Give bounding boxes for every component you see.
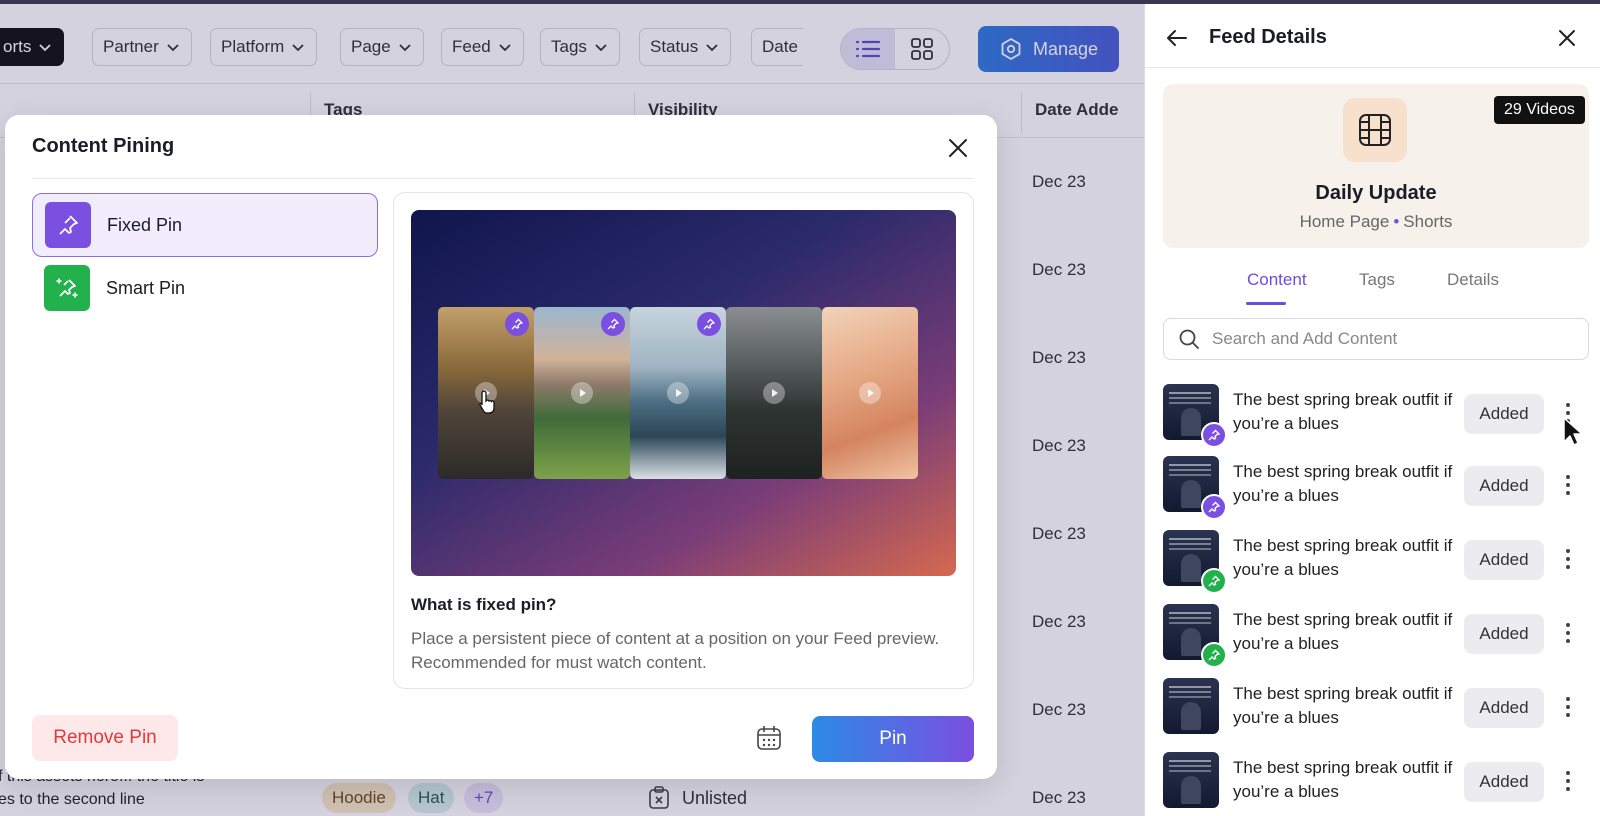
pin-icon [1201, 494, 1227, 520]
feed-subtitle: Home Page • Shorts [1299, 212, 1453, 231]
sparkle-pin-icon [1201, 568, 1227, 594]
option-label: Smart Pin [106, 277, 186, 298]
added-button[interactable]: Added [1464, 394, 1544, 434]
added-button[interactable]: Added [1464, 614, 1544, 654]
video-thumbnail [1163, 678, 1219, 734]
tab-tags[interactable]: Tags [1359, 270, 1395, 290]
video-thumbnail [822, 307, 918, 479]
more-vertical-icon[interactable] [1565, 622, 1571, 644]
pin-icon [45, 202, 91, 248]
videos-count-badge: 29 Videos [1494, 96, 1585, 124]
content-row: The best spring break outfit if you’re a… [1163, 456, 1593, 520]
more-vertical-icon[interactable] [1565, 696, 1571, 718]
video-thumbnail [534, 307, 630, 479]
content-title: The best spring break outfit if you’re a… [1233, 684, 1453, 727]
panel-header: Feed Details [1145, 4, 1600, 68]
content-title: The best spring break outfit if you’re a… [1233, 536, 1453, 579]
calendar-icon[interactable] [755, 724, 783, 752]
active-tab-indicator [1246, 302, 1286, 305]
close-icon[interactable] [1555, 26, 1579, 50]
pin-button[interactable]: Pin [812, 716, 974, 762]
film-icon [1343, 98, 1407, 162]
content-row: The best spring break outfit if you’re a… [1163, 530, 1593, 594]
video-thumbnail [726, 307, 822, 479]
feed-page: Home Page [1299, 212, 1390, 231]
added-button[interactable]: Added [1464, 466, 1544, 506]
tab-content[interactable]: Content [1247, 270, 1307, 290]
search-input[interactable] [1212, 329, 1572, 349]
content-row: The best spring break outfit if you’re a… [1163, 384, 1593, 448]
feed-name: Daily Update [1315, 182, 1437, 204]
arrow-left-icon[interactable] [1165, 26, 1189, 50]
pin-icon [505, 312, 529, 336]
hand-cursor-icon [479, 390, 495, 414]
close-icon[interactable] [945, 135, 971, 161]
tab-details[interactable]: Details [1447, 270, 1499, 290]
pin-preview-illustration [411, 210, 956, 576]
video-thumbnail [1163, 752, 1219, 808]
panel-title: Feed Details [1209, 26, 1327, 48]
pin-preview-card: What is fixed pin? Place a persistent pi… [393, 192, 974, 689]
feed-details-panel: Feed Details 29 Videos Daily Update Home… [1144, 4, 1600, 816]
more-vertical-icon[interactable] [1565, 548, 1571, 570]
video-thumbnail [1163, 384, 1227, 448]
feed-summary-card: 29 Videos Daily Update Home Page • Shorts [1163, 84, 1589, 248]
content-title: The best spring break outfit if you’re a… [1233, 390, 1453, 433]
pin-icon [1201, 422, 1227, 448]
fixed-pin-option[interactable]: Fixed Pin [32, 193, 378, 257]
mouse-pointer-icon [1563, 417, 1583, 446]
more-vertical-icon[interactable] [1565, 770, 1571, 792]
video-thumbnail [1163, 456, 1227, 520]
added-button[interactable]: Added [1464, 762, 1544, 802]
search-icon [1179, 329, 1199, 349]
content-row: The best spring break outfit if you’re a… [1163, 678, 1593, 738]
smart-pin-option[interactable]: Smart Pin [32, 256, 378, 320]
content-title: The best spring break outfit if you’re a… [1233, 462, 1453, 505]
pin-icon [601, 312, 625, 336]
content-row: The best spring break outfit if you’re a… [1163, 604, 1593, 668]
option-label: Fixed Pin [107, 214, 183, 235]
play-icon [667, 382, 689, 404]
modal-title: Content Pining [32, 135, 175, 157]
video-thumbnail [630, 307, 726, 479]
content-pinning-modal: Content Pining Fixed Pin Smart Pin What … [5, 115, 997, 779]
play-icon [571, 382, 593, 404]
search-box [1163, 318, 1589, 360]
sparkle-pin-icon [1201, 642, 1227, 668]
video-thumbnail [1163, 530, 1227, 594]
content-title: The best spring break outfit if you’re a… [1233, 610, 1453, 653]
added-button[interactable]: Added [1464, 540, 1544, 580]
play-icon [763, 382, 785, 404]
feed-type: Shorts [1403, 212, 1453, 231]
video-thumbnail [438, 307, 534, 479]
info-title: What is fixed pin? [411, 595, 557, 614]
pin-icon [697, 312, 721, 336]
sparkle-pin-icon [44, 265, 90, 311]
video-thumbnail [1163, 604, 1227, 668]
content-title: The best spring break outfit if you’re a… [1233, 758, 1453, 801]
content-row: The best spring break outfit if you’re a… [1163, 752, 1593, 812]
remove-pin-button[interactable]: Remove Pin [32, 715, 178, 761]
more-vertical-icon[interactable] [1565, 474, 1571, 496]
added-button[interactable]: Added [1464, 688, 1544, 728]
play-icon [859, 382, 881, 404]
info-description: Place a persistent piece of content at a… [411, 629, 940, 672]
